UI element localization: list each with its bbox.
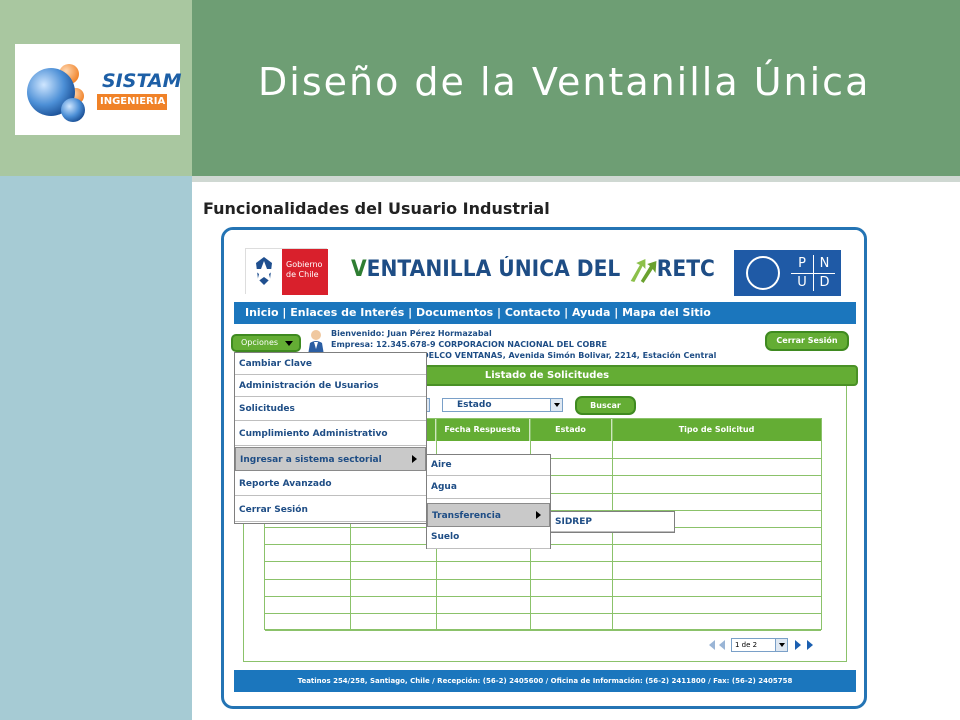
user-welcome: Bienvenido: Juan Pérez Hormazabal: [331, 329, 492, 338]
menu-item-cumplimiento-administrativo[interactable]: Cumplimiento Administrativo: [235, 422, 426, 446]
estado-select-value: Estado: [457, 400, 492, 410]
menu-item-solicitudes[interactable]: Solicitudes: [235, 397, 426, 421]
estado-select[interactable]: Estado: [442, 398, 563, 412]
table-row: [265, 613, 821, 614]
gobierno-text: Gobierno de Chile: [282, 249, 328, 295]
band-divider: [192, 176, 960, 182]
menu-item-sidrep[interactable]: SIDREP: [551, 512, 674, 532]
buscar-button[interactable]: Buscar: [575, 396, 636, 415]
column-header-fecha-respuesta[interactable]: Fecha Respuesta: [436, 419, 530, 441]
menu-item-administración-de-usuarios[interactable]: Administración de Usuarios: [235, 375, 426, 397]
left-bottom-panel: [0, 176, 192, 720]
menu-item-label: Solicitudes: [239, 404, 295, 414]
slide-title: Diseño de la Ventanilla Única: [258, 60, 871, 104]
column-header-tipo-solicitud[interactable]: Tipo de Solicitud: [612, 419, 821, 441]
pnud-d: D: [813, 273, 835, 291]
menu-item-aire[interactable]: Aire: [427, 455, 550, 476]
page-select-value: 1 de 2: [735, 641, 758, 649]
menu-item-label: Administración de Usuarios: [239, 381, 379, 391]
pnud-u: U: [791, 273, 813, 291]
app-screenshot: Gobierno de Chile VENTANILLA ÚNICA DEL R…: [221, 227, 867, 709]
sistam-logo: SISTAM INGENIERIA: [15, 44, 182, 135]
menu-item-reporte-avanzado[interactable]: Reporte Avanzado: [235, 472, 426, 496]
menu-item-label: Cumplimiento Administrativo: [239, 429, 388, 439]
user-empresa: Empresa: 12.345.678-9 CORPORACION NACION…: [331, 340, 607, 349]
slide: Diseño de la Ventanilla Única SISTAM ING…: [0, 0, 960, 720]
chevron-right-icon: [536, 511, 541, 519]
top-navigation[interactable]: Inicio | Enlaces de Interés | Documentos…: [234, 302, 856, 324]
cerrar-sesion-button[interactable]: Cerrar Sesión: [765, 331, 849, 351]
menu-item-label: Aire: [431, 460, 452, 470]
logo-brand-text: SISTAM: [102, 70, 182, 92]
pnud-letters: P N U D: [791, 255, 835, 291]
brand-title: VENTANILLA ÚNICA DEL RETC: [351, 255, 715, 285]
gob-line1: Gobierno: [286, 260, 323, 269]
menu-item-ingresar-a-sistema-sectorial[interactable]: Ingresar a sistema sectorial: [235, 447, 426, 471]
menu-item-label: Reporte Avanzado: [239, 479, 332, 489]
menu-item-cambiar-clave[interactable]: Cambiar Clave: [235, 353, 426, 375]
pagination: 1 de 2: [707, 638, 822, 654]
gob-line2: de Chile: [286, 270, 319, 279]
menu-item-label: Agua: [431, 482, 457, 492]
menu-item-suelo[interactable]: Suelo: [427, 526, 550, 549]
opciones-menu: Cambiar Clave Administración de Usuarios S…: [234, 352, 427, 524]
menu-item-agua[interactable]: Agua: [427, 476, 550, 499]
last-page-icon[interactable]: [807, 640, 813, 650]
brand-title-rest: ENTANILLA ÚNICA DEL: [366, 257, 621, 282]
chevron-down-icon: [775, 639, 787, 651]
opciones-button[interactable]: Opciones: [231, 334, 301, 352]
first-page-icon[interactable]: [709, 640, 715, 650]
brand-title-v: V: [351, 257, 367, 282]
un-globe-icon: [746, 256, 780, 290]
chevron-down-icon: [550, 399, 562, 411]
title-band: Diseño de la Ventanilla Única: [192, 0, 960, 176]
table-row: [265, 561, 821, 563]
chevron-down-icon: [285, 341, 293, 346]
table-row: [265, 630, 821, 632]
slide-subtitle: Funcionalidades del Usuario Industrial: [203, 199, 550, 218]
menu-item-label: Transferencia: [432, 511, 501, 521]
page-select[interactable]: 1 de 2: [731, 638, 788, 652]
app-header: Gobierno de Chile VENTANILLA ÚNICA DEL R…: [224, 230, 864, 300]
menu-item-cerrar-sesión[interactable]: Cerrar Sesión: [235, 498, 426, 522]
opciones-label: Opciones: [241, 338, 279, 347]
pnud-p: P: [798, 256, 806, 271]
app-footer: Teatinos 254/258, Santiago, Chile / Rece…: [234, 670, 856, 692]
prev-page-icon[interactable]: [719, 640, 725, 650]
menu-item-label: Suelo: [431, 532, 460, 542]
pnud-logo: P N U D: [734, 250, 841, 296]
menu-item-label: Ingresar a sistema sectorial: [240, 455, 382, 465]
gobierno-logo: Gobierno de Chile: [245, 248, 328, 295]
menu-item-label: SIDREP: [555, 517, 592, 527]
column-header-estado[interactable]: Estado: [530, 419, 612, 441]
table-row: [265, 595, 821, 597]
menu-item-label: Cerrar Sesión: [239, 505, 308, 515]
brand-title-retc: RETC: [656, 257, 715, 282]
pnud-n: N: [813, 255, 835, 273]
recycle-arrows-icon: [631, 259, 657, 283]
menu-item-label: Cambiar Clave: [239, 359, 312, 369]
chevron-right-icon: [412, 455, 417, 463]
transferencia-submenu: SIDREP: [550, 511, 675, 533]
logo-tagline: INGENIERIA: [97, 94, 167, 110]
chile-crest-icon: [246, 249, 282, 295]
menu-item-transferencia[interactable]: Transferencia: [427, 503, 550, 527]
next-page-icon[interactable]: [795, 640, 801, 650]
sistema-sectorial-submenu: Aire Agua Transferencia Suelo: [426, 454, 551, 549]
table-row: [265, 578, 821, 580]
